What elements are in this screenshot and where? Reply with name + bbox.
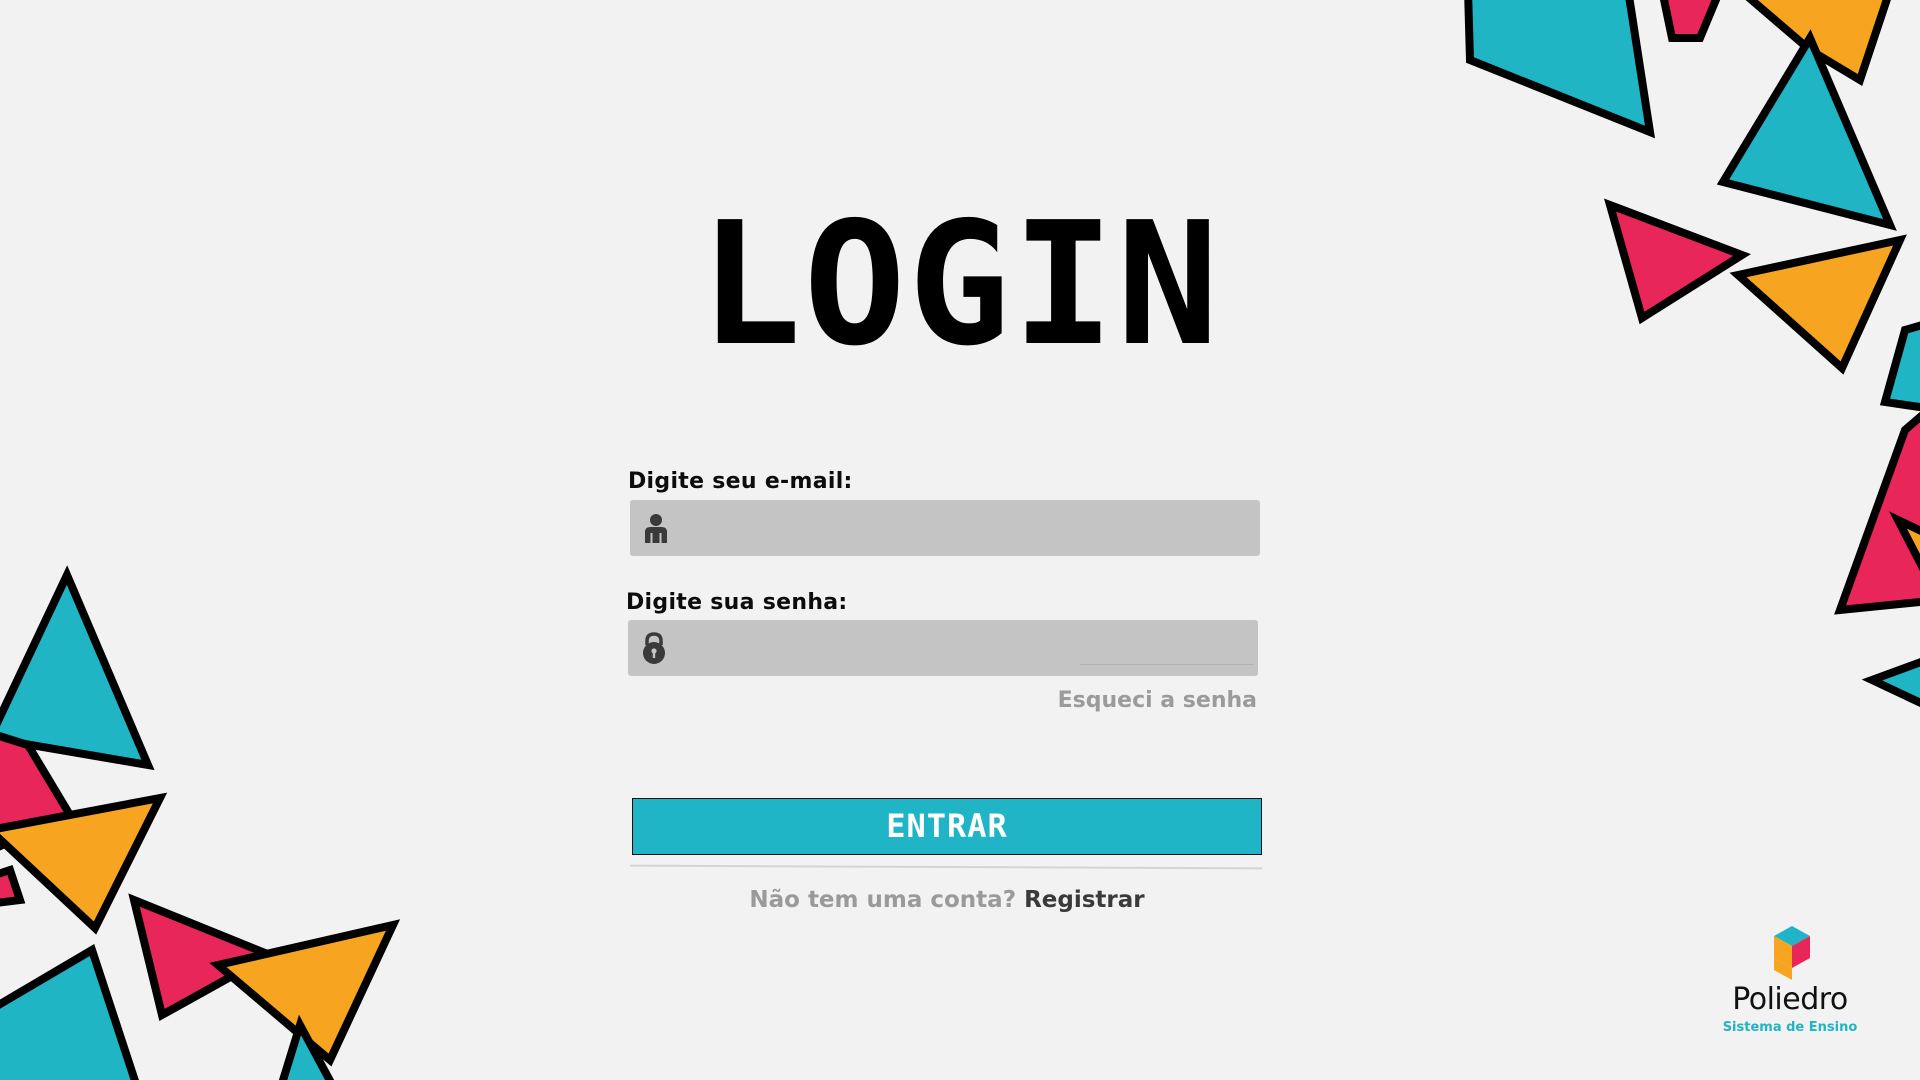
brand-name: Poliedro	[1732, 982, 1848, 1017]
deco-triangle	[1888, 511, 1920, 572]
register-row: Não tem uma conta? Registrar	[0, 887, 1894, 913]
register-link[interactable]: Registrar	[1024, 887, 1145, 913]
deco-triangle	[0, 944, 139, 1080]
password-input[interactable]	[680, 620, 1246, 676]
deco-triangle	[278, 1014, 335, 1080]
brand-tagline: Sistema de Ensino	[1722, 1020, 1858, 1035]
deco-triangle	[0, 565, 155, 771]
brand-logo: Poliedro Sistema de Ensino	[1720, 920, 1860, 1040]
lock-icon	[643, 632, 665, 664]
poliedro-cube-icon	[1774, 926, 1810, 980]
deco-triangle	[1861, 658, 1920, 708]
user-icon	[645, 514, 667, 543]
deco-triangle	[1745, 0, 1891, 86]
login-button[interactable]: ENTRAR	[632, 798, 1262, 855]
register-prompt: Não tem uma conta?	[749, 887, 1017, 913]
password-label: Digite sua senha:	[626, 590, 848, 615]
email-input[interactable]	[682, 500, 1248, 556]
deco-triangle	[128, 893, 280, 1022]
password-underline	[1080, 664, 1254, 665]
divider	[629, 864, 1263, 870]
deco-triangle	[0, 732, 76, 851]
forgot-password-link[interactable]: Esqueci a senha	[1058, 688, 1257, 713]
page-title: LOGIN	[699, 186, 1221, 384]
deco-triangle	[1834, 411, 1920, 615]
deco-triangle	[1659, 0, 1721, 42]
deco-triangle	[209, 919, 401, 1067]
deco-triangle	[1464, 0, 1656, 139]
email-label: Digite seu e-mail:	[628, 469, 853, 494]
email-field-container[interactable]	[630, 500, 1260, 556]
password-field-container[interactable]	[628, 620, 1258, 676]
